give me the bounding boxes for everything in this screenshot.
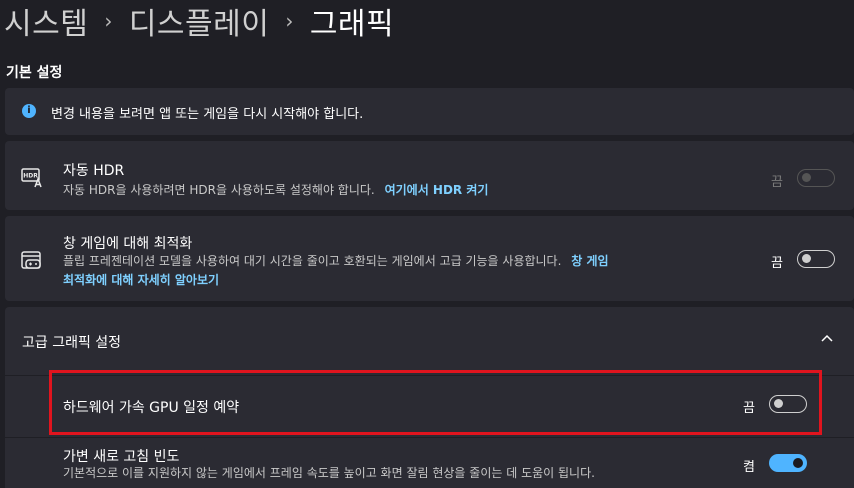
breadcrumb: 시스템 › 디스플레이 › 그래픽 xyxy=(4,0,394,42)
auto-hdr-card xyxy=(5,141,854,210)
advanced-graphics-header[interactable] xyxy=(5,307,854,375)
breadcrumb-display[interactable]: 디스플레이 xyxy=(129,0,270,43)
chevron-right-icon: › xyxy=(104,9,113,33)
variable-refresh-rate-state: 켬 xyxy=(743,460,755,475)
windowed-optimization-toggle[interactable] xyxy=(797,250,835,268)
windowed-optimization-state: 끔 xyxy=(771,256,783,271)
breadcrumb-graphics: 그래픽 xyxy=(309,7,395,42)
auto-hdr-title: 자동 HDR xyxy=(63,163,125,179)
variable-refresh-rate-desc: 기본적으로 이를 지원하지 않는 게임에서 프레임 속도를 높이고 화면 잘림 … xyxy=(63,466,595,480)
auto-hdr-desc: 자동 HDR을 사용하려면 HDR을 사용하도록 설정해야 합니다. 여기에서 … xyxy=(63,181,488,198)
advanced-graphics-title: 고급 그래픽 설정 xyxy=(22,335,122,351)
section-title: 기본 설정 xyxy=(6,65,63,81)
auto-hdr-toggle[interactable] xyxy=(797,169,835,187)
windowed-optimization-title: 창 게임에 대해 최적화 xyxy=(63,236,193,252)
variable-refresh-rate-toggle[interactable] xyxy=(769,454,807,472)
windowed-optimization-link[interactable]: 창 게임 xyxy=(571,254,608,268)
highlight-box xyxy=(49,370,822,435)
info-icon: i xyxy=(22,104,36,118)
enable-hdr-link[interactable]: 여기에서 HDR 켜기 xyxy=(385,183,489,197)
hdr-icon: HDR xyxy=(21,168,42,188)
windowed-optimization-desc-text: 플립 프레젠테이션 모델을 사용하여 대기 시간을 줄이고 호환되는 게임에서 … xyxy=(63,254,562,268)
game-controller-icon xyxy=(21,251,41,269)
windowed-optimization-link-cont[interactable]: 최적화에 대해 자세히 알아보기 xyxy=(63,271,219,288)
variable-refresh-rate-title: 가변 새로 고침 빈도 xyxy=(63,449,180,465)
auto-hdr-desc-text: 자동 HDR을 사용하려면 HDR을 사용하도록 설정해야 합니다. xyxy=(63,183,375,197)
info-text: 변경 내용을 보려면 앱 또는 게임을 다시 시작해야 합니다. xyxy=(51,107,364,122)
svg-text:HDR: HDR xyxy=(23,173,38,180)
chevron-right-icon: › xyxy=(285,9,294,33)
chevron-up-icon[interactable] xyxy=(820,333,834,343)
windowed-optimization-desc: 플립 프레젠테이션 모델을 사용하여 대기 시간을 줄이고 호환되는 게임에서 … xyxy=(63,252,609,269)
auto-hdr-state: 끔 xyxy=(771,175,783,190)
breadcrumb-system[interactable]: 시스템 xyxy=(4,0,88,43)
